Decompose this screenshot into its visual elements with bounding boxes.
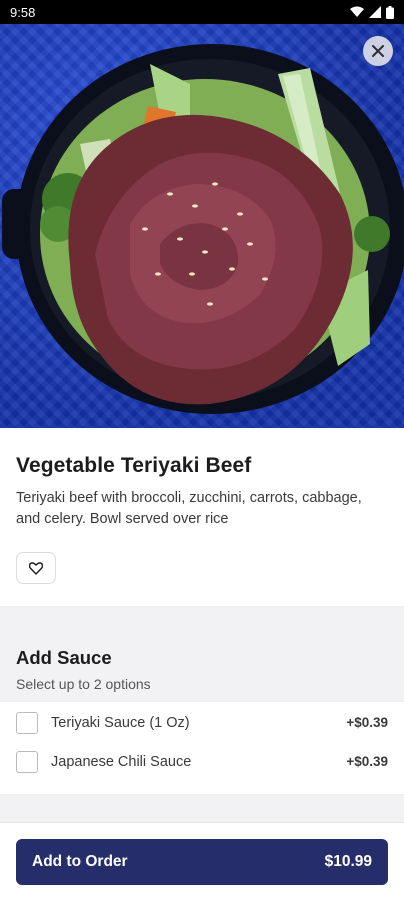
close-button[interactable]: [363, 36, 393, 66]
sauce-section-header: Add Sauce Select up to 2 options: [0, 624, 404, 702]
sauce-option[interactable]: Teriyaki Sauce (1 Oz) +$0.39: [0, 703, 404, 742]
sauce-option[interactable]: Japanese Chili Sauce +$0.39: [0, 742, 404, 781]
status-time: 9:58: [10, 4, 36, 20]
add-to-order-button[interactable]: Add to Order $10.99: [16, 839, 388, 885]
wifi-icon: [350, 6, 364, 17]
item-photo: [0, 24, 404, 428]
favorite-button[interactable]: [16, 552, 56, 584]
sauce-options-list: Teriyaki Sauce (1 Oz) +$0.39 Japanese Ch…: [0, 703, 404, 781]
teriyaki-bowl-illustration: [2, 44, 404, 414]
heart-outline-icon: [29, 561, 43, 575]
status-icons: [350, 5, 394, 19]
add-to-order-label: Add to Order: [32, 853, 128, 870]
option-label: Japanese Chili Sauce: [51, 753, 192, 770]
sauce-section-title: Add Sauce: [16, 647, 112, 668]
sauce-section-subtitle: Select up to 2 options: [16, 676, 151, 692]
option-price: +$0.39: [346, 754, 388, 769]
option-price: +$0.39: [346, 715, 388, 730]
signal-icon: [369, 6, 381, 18]
order-footer: Add to Order $10.99: [0, 822, 404, 900]
status-bar: 9:58: [0, 0, 404, 24]
option-label: Teriyaki Sauce (1 Oz): [51, 714, 190, 731]
section-divider: [0, 606, 404, 624]
battery-icon: [386, 5, 394, 19]
item-title: Vegetable Teriyaki Beef: [16, 454, 252, 477]
option-checkbox[interactable]: [16, 711, 38, 734]
order-total: $10.99: [324, 853, 372, 870]
option-checkbox[interactable]: [16, 750, 38, 773]
section-divider-bottom: [0, 794, 404, 822]
close-icon: [372, 45, 384, 57]
item-description: Teriyaki beef with broccoli, zucchini, c…: [16, 490, 362, 527]
